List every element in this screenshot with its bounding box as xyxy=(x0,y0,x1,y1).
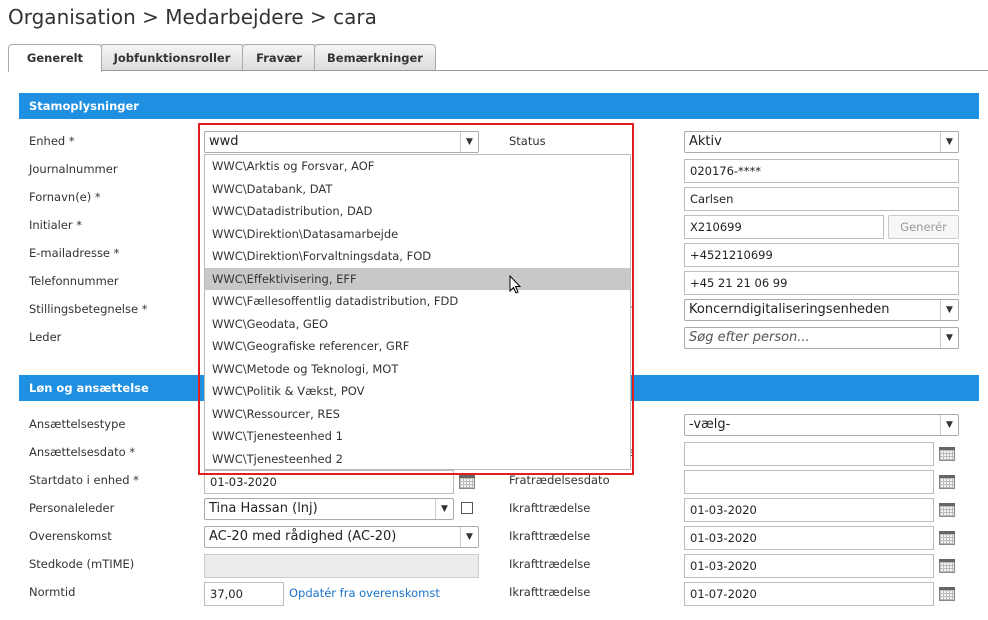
calendar-icon[interactable] xyxy=(939,587,955,601)
calendar-icon[interactable] xyxy=(939,559,955,573)
personaleleder-select[interactable]: Tina Hassan (lnj) ▼ xyxy=(204,498,454,520)
label-journalnummer: Journalnummer xyxy=(29,162,118,176)
overenskomst-select[interactable]: AC-20 med rådighed (AC-20) ▼ xyxy=(204,526,479,548)
breadcrumb-current: cara xyxy=(333,5,377,29)
chevron-down-icon[interactable]: ▼ xyxy=(940,300,958,320)
chevron-down-icon[interactable]: ▼ xyxy=(940,132,958,152)
chevron-down-icon[interactable]: ▼ xyxy=(940,328,958,348)
overenskomst-value: AC-20 med rådighed (AC-20) xyxy=(209,529,397,544)
calendar-icon[interactable] xyxy=(459,475,475,489)
breadcrumb-organisation[interactable]: Organisation xyxy=(8,5,136,29)
personaleleder-checkbox[interactable] xyxy=(461,502,473,514)
chevron-down-icon[interactable]: ▼ xyxy=(940,415,958,435)
tabs-divider xyxy=(8,70,988,71)
label-normtid: Normtid xyxy=(29,585,76,599)
label-stillingsbetegnelse: Stillingsbetegnelse * xyxy=(29,302,148,316)
email-field[interactable]: +4521210699 xyxy=(684,243,959,267)
breadcrumb-medarbejdere[interactable]: Medarbejdere xyxy=(165,5,303,29)
ikrafttraedelse-field[interactable]: 01-03-2020 xyxy=(684,498,934,522)
label-fratraedelsesdato: Fratrædelsesdato xyxy=(509,473,610,487)
label-initialer: Initialer * xyxy=(29,218,83,232)
leder-search-select[interactable]: Søg efter person... ▼ xyxy=(684,327,959,349)
label-stedkode: Stedkode (mTIME) xyxy=(29,557,135,571)
calendar-icon[interactable] xyxy=(939,531,955,545)
telefon-field[interactable]: +45 21 21 06 99 xyxy=(684,271,959,295)
tab-jobfunktionsroller[interactable]: Jobfunktionsroller xyxy=(100,44,244,71)
normtid-field[interactable]: 37,00 xyxy=(204,582,284,606)
enhed-select-value: Koncerndigitaliseringsenheden xyxy=(689,302,890,317)
tab-bemaerkninger[interactable]: Bemærkninger xyxy=(314,44,436,71)
ikrafttraedelse-field[interactable]: 01-03-2020 xyxy=(684,554,934,578)
fratraedelsesdato-field[interactable] xyxy=(684,470,934,494)
label-ansaettelsestype: Ansættelsestype xyxy=(29,417,126,431)
status-value: Aktiv xyxy=(689,134,722,149)
label-personaleleder: Personaleleder xyxy=(29,501,115,515)
label-ikrafttraedelse: Ikrafttrædelse xyxy=(509,529,591,543)
calendar-icon[interactable] xyxy=(939,475,955,489)
label-ansaettelsesdato: Ansættelsesdato * xyxy=(29,445,136,459)
chevron-down-icon[interactable]: ▼ xyxy=(435,499,453,519)
ikrafttraedelse-field[interactable]: 01-07-2020 xyxy=(684,582,934,606)
journalnummer-field[interactable]: 020176-**** xyxy=(684,159,959,183)
generer-button[interactable]: Generér xyxy=(888,215,959,239)
personaleleder-value: Tina Hassan (lnj) xyxy=(209,501,318,516)
status-select[interactable]: Aktiv ▼ xyxy=(684,131,959,153)
stedkode-field xyxy=(204,554,479,578)
highlight-annotation-box xyxy=(198,123,634,475)
label-email: E-mailadresse * xyxy=(29,246,120,260)
label-fornavn: Fornavn(e) * xyxy=(29,190,101,204)
ansaettelsestype-select[interactable]: -vælg- ▼ xyxy=(684,414,959,436)
label-overenskomst: Overenskomst xyxy=(29,529,112,543)
ikrafttraedelse-field[interactable]: 01-03-2020 xyxy=(684,526,934,550)
breadcrumb-separator: > xyxy=(310,5,327,29)
label-ikrafttraedelse: Ikrafttrædelse xyxy=(509,501,591,515)
opdater-fra-overenskomst-link[interactable]: Opdatér fra overenskomst xyxy=(289,586,440,600)
mouse-cursor-icon xyxy=(509,275,522,294)
leder-placeholder: Søg efter person... xyxy=(689,330,810,345)
ansaettelsestype-value: -vælg- xyxy=(689,417,731,432)
label-telefon: Telefonnummer xyxy=(29,274,119,288)
tab-generelt[interactable]: Generelt xyxy=(8,44,102,72)
efternavn-field[interactable]: Carlsen xyxy=(684,187,959,211)
enhed-select[interactable]: Koncerndigitaliseringsenheden ▼ xyxy=(684,299,959,321)
calendar-icon[interactable] xyxy=(939,503,955,517)
breadcrumb: Organisation > Medarbejdere > cara xyxy=(8,5,377,29)
label-ikrafttraedelse: Ikrafttrædelse xyxy=(509,557,591,571)
label-ikrafttraedelse: Ikrafttrædelse xyxy=(509,585,591,599)
label-startdato: Startdato i enhed * xyxy=(29,473,139,487)
section-header-stamoplysninger: Stamoplysninger xyxy=(19,93,979,119)
chevron-down-icon[interactable]: ▼ xyxy=(460,527,478,547)
breadcrumb-separator: > xyxy=(142,5,159,29)
label-leder: Leder xyxy=(29,330,62,344)
label-enhed: Enhed * xyxy=(29,134,75,148)
tab-fravaer[interactable]: Fravær xyxy=(242,44,316,71)
initialer-field[interactable]: X210699 xyxy=(684,215,884,239)
calendar-icon[interactable] xyxy=(939,447,955,461)
date-field-1[interactable] xyxy=(684,442,934,466)
